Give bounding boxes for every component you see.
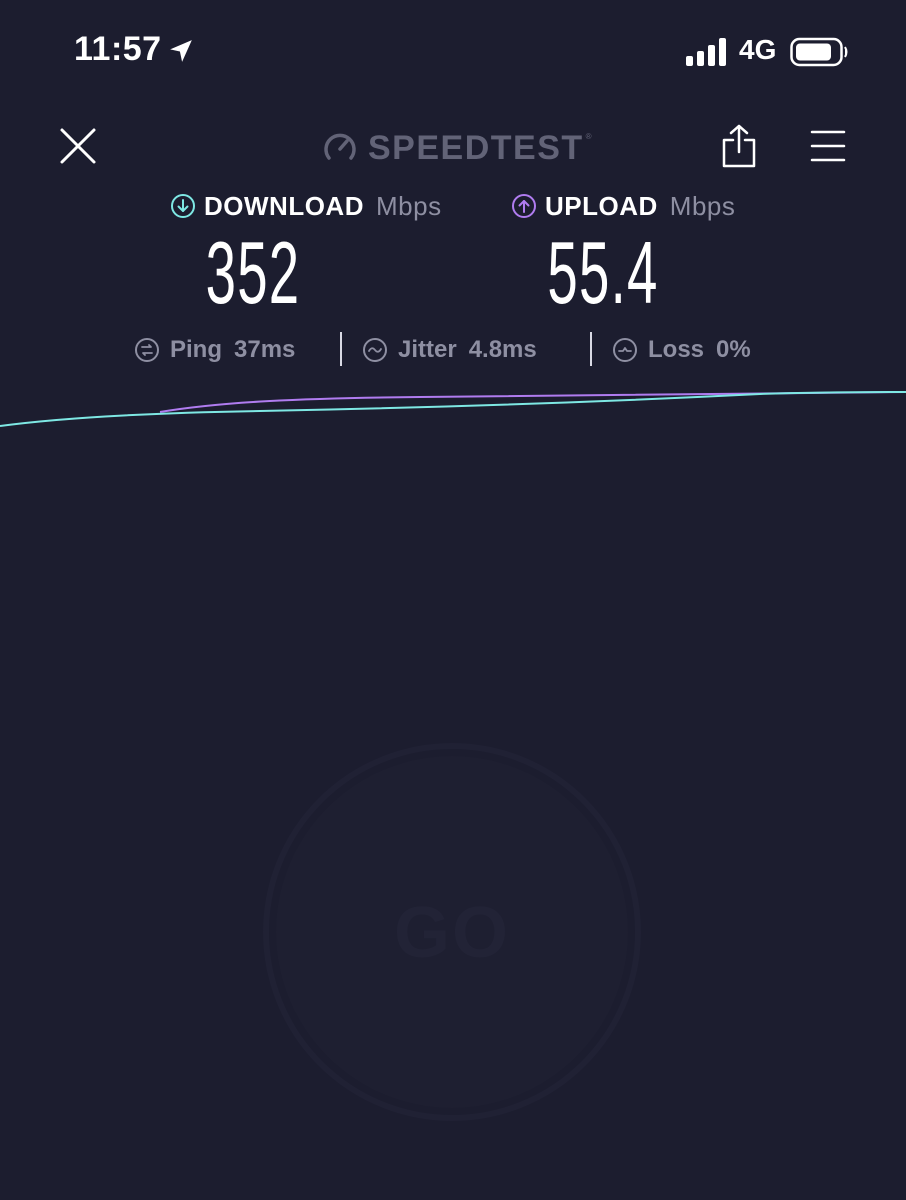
upload-value: 55.4 bbox=[547, 223, 659, 322]
download-header: DOWNLOAD Mbps bbox=[170, 190, 442, 222]
ping-label: Ping bbox=[170, 336, 222, 363]
battery-icon bbox=[790, 37, 848, 67]
cellular-signal-icon bbox=[686, 38, 726, 66]
jitter-stat: Jitter 4.8ms bbox=[362, 330, 537, 370]
brand-trademark: ® bbox=[585, 131, 592, 141]
share-button[interactable] bbox=[720, 124, 758, 168]
arrow-down-circle-icon bbox=[171, 194, 195, 218]
stats-divider bbox=[340, 332, 342, 366]
jitter-label: Jitter bbox=[398, 336, 457, 363]
status-time: 11:57 bbox=[74, 30, 162, 68]
brand-name: SPEEDTEST bbox=[368, 128, 584, 167]
network-type-label: 4G bbox=[739, 34, 777, 65]
jitter-value: 4.8ms bbox=[468, 336, 537, 363]
download-label: DOWNLOAD bbox=[204, 190, 364, 221]
hamburger-menu-icon bbox=[810, 130, 846, 162]
download-unit: Mbps bbox=[375, 190, 442, 221]
share-icon bbox=[722, 124, 756, 168]
upload-header: UPLOAD Mbps bbox=[511, 190, 735, 222]
upload-speed-line bbox=[159, 391, 906, 413]
speedtest-logo: SPEEDTEST ® bbox=[322, 128, 592, 168]
arrow-up-circle-icon bbox=[512, 194, 536, 218]
download-value: 352 bbox=[205, 223, 301, 322]
menu-button[interactable] bbox=[810, 128, 846, 164]
go-button[interactable]: GO bbox=[262, 742, 642, 1122]
speedometer-icon bbox=[324, 133, 356, 160]
loss-icon bbox=[613, 338, 637, 362]
speed-graph bbox=[0, 391, 906, 427]
go-label: GO bbox=[393, 893, 510, 973]
loss-value: 0% bbox=[716, 336, 751, 363]
location-arrow-icon bbox=[170, 40, 192, 62]
upload-unit: Mbps bbox=[669, 190, 736, 221]
loss-stat: Loss 0% bbox=[612, 330, 751, 370]
speedtest-screen: 11:57 4G SPEEDTEST ® DOWNLOAD Mbps UPLOA… bbox=[0, 0, 906, 1200]
loss-label: Loss bbox=[648, 336, 705, 363]
close-button[interactable] bbox=[58, 126, 98, 166]
upload-label: UPLOAD bbox=[545, 190, 658, 221]
ping-stat: Ping 37ms bbox=[134, 330, 295, 370]
status-bar: 11:57 4G bbox=[0, 0, 906, 100]
latency-stats: Ping 37ms Jitter 4.8ms Loss 0% bbox=[0, 330, 906, 370]
stats-divider bbox=[590, 332, 592, 366]
close-icon bbox=[60, 128, 96, 164]
jitter-icon bbox=[363, 338, 387, 362]
ping-value: 37ms bbox=[234, 336, 296, 363]
ping-icon bbox=[135, 338, 159, 362]
